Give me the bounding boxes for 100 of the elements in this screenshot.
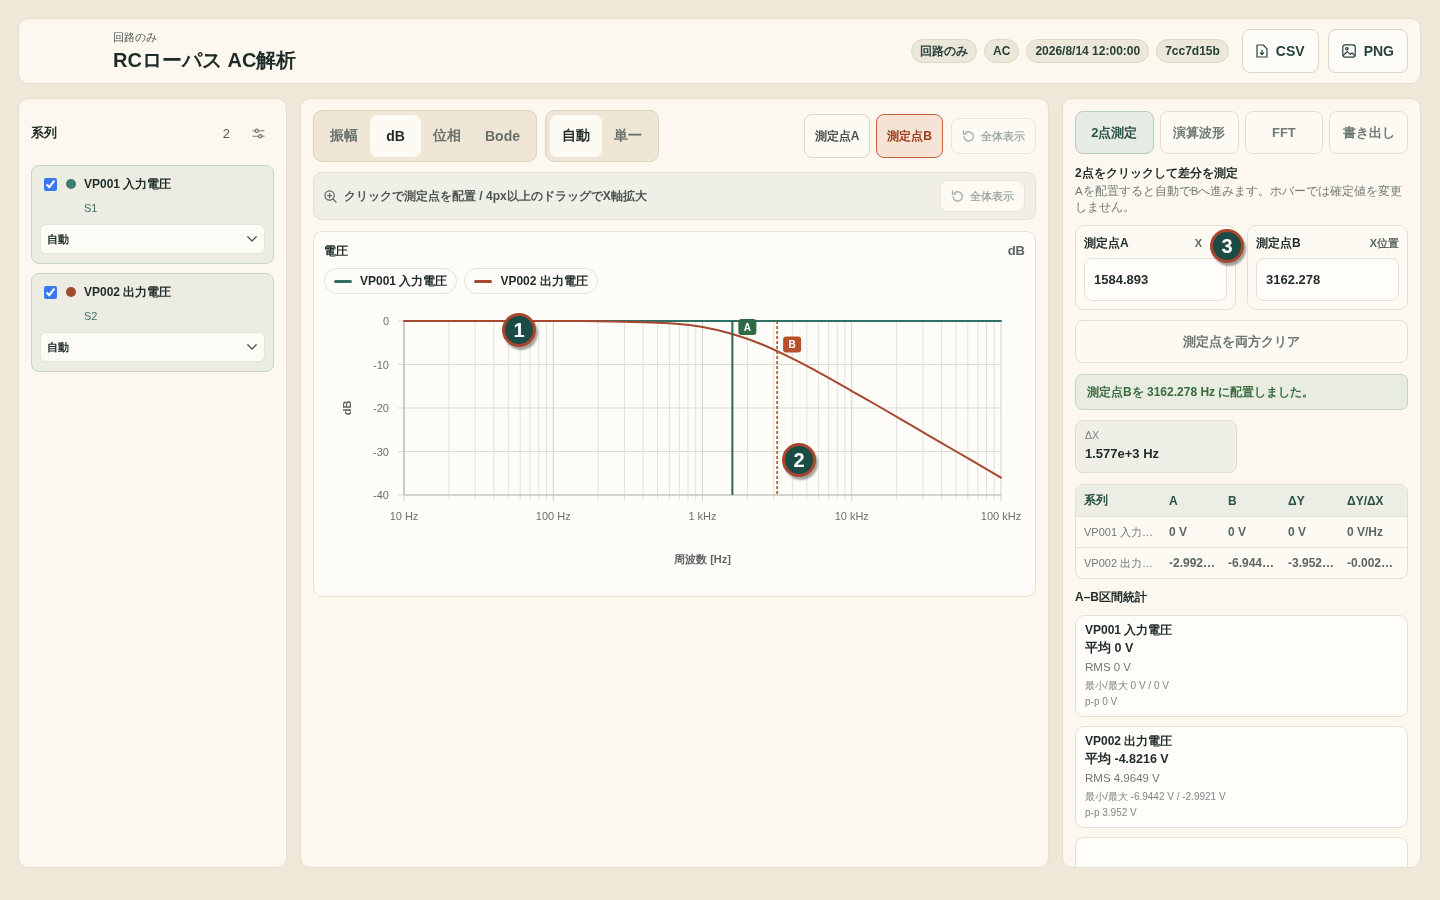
point-button[interactable]: 測定点A bbox=[803, 114, 871, 158]
dropdown[interactable]: 自動 bbox=[40, 332, 265, 362]
unit-label: dB bbox=[1007, 242, 1025, 260]
axis-tick-label: 100 Hz bbox=[535, 510, 571, 522]
axis-title: 周波数 [Hz] bbox=[674, 553, 731, 565]
stats-mean: 平均 -4.8216 V bbox=[1085, 751, 1169, 768]
stats-rms: RMS 0 V bbox=[1085, 660, 1131, 675]
export-button[interactable]: PNG bbox=[1327, 29, 1408, 73]
axis-tick-label: 10 Hz bbox=[389, 510, 419, 522]
page-title: RCローパス AC解析 bbox=[113, 48, 297, 72]
series-id: S1 bbox=[84, 201, 98, 215]
tab[interactable]: 2点測定 bbox=[1075, 111, 1154, 154]
dropdown[interactable]: 自動 bbox=[40, 224, 265, 254]
checkbox[interactable] bbox=[44, 177, 57, 191]
file-download-icon bbox=[1255, 44, 1268, 58]
info-chip: 2026/8/14 12:00:00 bbox=[1026, 39, 1150, 63]
column-header: A bbox=[1169, 493, 1178, 508]
tab[interactable]: 書き出し bbox=[1329, 111, 1408, 154]
mode-tab[interactable]: 自動 bbox=[550, 115, 602, 157]
input-field[interactable]: 3162.278 bbox=[1256, 258, 1399, 301]
point-label: 測定点B bbox=[1256, 234, 1301, 252]
series-name: VP002 出力電圧 bbox=[84, 283, 172, 301]
description-text: Aを配置すると自動でBへ進みます。ホバーでは確定値を変更しません。 bbox=[1075, 184, 1404, 215]
stats-series-name: VP002 出力電圧 bbox=[1085, 733, 1173, 749]
cursor-line[interactable] bbox=[776, 321, 778, 495]
export-button[interactable]: CSV bbox=[1241, 29, 1319, 73]
mode-tab[interactable]: dB bbox=[370, 115, 421, 157]
cursor-tag[interactable]: B bbox=[783, 336, 802, 353]
stats-min-max: 最小/最大 -6.9442 V / -2.9921 V bbox=[1085, 790, 1226, 804]
axis-tick-label: 10 kHz bbox=[834, 510, 869, 522]
stats-series-name: VP001 入力電圧 bbox=[1085, 622, 1173, 638]
delta-label: ΔX bbox=[1085, 428, 1100, 442]
checkbox[interactable] bbox=[44, 285, 57, 299]
zoom-in-icon bbox=[324, 189, 337, 203]
section-heading: 2点をクリックして差分を測定 bbox=[1075, 165, 1239, 181]
axis-tick-label: -30 bbox=[373, 445, 389, 458]
field-label: X bbox=[1194, 237, 1202, 249]
mode-tab[interactable]: Bode bbox=[473, 115, 532, 157]
info-chip: 7cc7d15b bbox=[1156, 39, 1229, 63]
chevron-down-icon bbox=[247, 236, 257, 242]
panel-title: 系列 bbox=[31, 124, 58, 142]
status-message: 測定点Bを 3162.278 Hz に配置しました。 bbox=[1075, 374, 1408, 410]
input-field[interactable]: 1584.893 bbox=[1084, 258, 1227, 301]
table-cell: 0 V/Hz bbox=[1347, 525, 1383, 539]
image-icon bbox=[1341, 44, 1356, 58]
axis-tick-label: 0 bbox=[382, 315, 389, 327]
tab[interactable]: FFT bbox=[1244, 111, 1324, 154]
legend-item[interactable]: VP001 入力電圧 bbox=[324, 268, 458, 294]
reset-icon bbox=[951, 189, 964, 203]
chart-title: 電圧 bbox=[324, 243, 348, 260]
number-callout: 2 bbox=[782, 443, 816, 477]
cursor-line[interactable] bbox=[731, 321, 734, 495]
mode-tab[interactable]: 振幅 bbox=[318, 115, 370, 157]
point-button[interactable]: 測定点B bbox=[876, 114, 943, 158]
table-cell: 0 V bbox=[1228, 525, 1246, 539]
chevron-down-icon bbox=[247, 344, 257, 350]
info-chip: AC bbox=[984, 39, 1020, 63]
info-chip: 回路のみ bbox=[911, 39, 978, 63]
sliders-icon[interactable] bbox=[252, 127, 265, 139]
delta-value: 1.577e+3 Hz bbox=[1085, 445, 1160, 463]
tab[interactable]: 演算波形 bbox=[1159, 111, 1239, 154]
series-name: VP001 入力電圧 bbox=[84, 175, 172, 193]
table-cell: -6.944… bbox=[1228, 556, 1275, 570]
field-label: X位置 bbox=[1369, 235, 1399, 251]
hint-text: クリックで測定点を配置 / 4px以上のドラッグでX軸拡大 bbox=[344, 188, 648, 204]
mode-tab[interactable]: 位相 bbox=[421, 115, 473, 157]
table-cell: VP001 入力… bbox=[1084, 524, 1154, 540]
axis-tick-label: 1 kHz bbox=[688, 510, 717, 522]
page-subtitle: 回路のみ bbox=[113, 30, 157, 44]
axis-tick-label: -20 bbox=[373, 402, 389, 414]
axis-tick-label: -10 bbox=[373, 358, 389, 371]
column-header: B bbox=[1228, 493, 1237, 508]
column-header: 系列 bbox=[1084, 492, 1108, 509]
stats-min-max: 最小/最大 0 V / 0 V bbox=[1085, 679, 1169, 693]
legend-item[interactable]: VP002 出力電圧 bbox=[464, 268, 598, 294]
table-cell: 0 V bbox=[1169, 525, 1187, 539]
table-cell: -3.952… bbox=[1288, 556, 1335, 570]
axis-tick-label: -40 bbox=[373, 489, 389, 501]
stats-peak-to-peak: p-p 0 V bbox=[1085, 695, 1118, 709]
stats-rms: RMS 4.9649 V bbox=[1085, 771, 1160, 786]
table-cell: -2.992… bbox=[1169, 556, 1216, 570]
number-callout: 1 bbox=[502, 313, 536, 347]
number-callout: 3 bbox=[1210, 229, 1244, 263]
stats-peak-to-peak: p-p 3.952 V bbox=[1085, 806, 1137, 820]
table-cell: -0.002… bbox=[1347, 556, 1394, 570]
series-id: S2 bbox=[84, 309, 98, 323]
axis-tick-label: 100 kHz bbox=[980, 510, 1022, 522]
column-header: ΔY/ΔX bbox=[1347, 493, 1384, 508]
stats-mean: 平均 0 V bbox=[1085, 640, 1134, 657]
column-header: ΔY bbox=[1288, 493, 1305, 508]
clear-button[interactable]: 測定点を両方クリア bbox=[1075, 320, 1408, 363]
section-heading: A–B区間統計 bbox=[1075, 589, 1148, 606]
table-cell: 0 V bbox=[1288, 525, 1306, 539]
axis-title: dB bbox=[341, 400, 353, 416]
cursor-tag[interactable]: A bbox=[738, 319, 757, 336]
mode-tab[interactable]: 単一 bbox=[602, 115, 654, 157]
table-cell: VP002 出力… bbox=[1084, 555, 1154, 571]
reset-icon bbox=[962, 129, 975, 143]
series-count: 2 bbox=[222, 125, 230, 141]
point-label: 測定点A bbox=[1084, 234, 1129, 252]
